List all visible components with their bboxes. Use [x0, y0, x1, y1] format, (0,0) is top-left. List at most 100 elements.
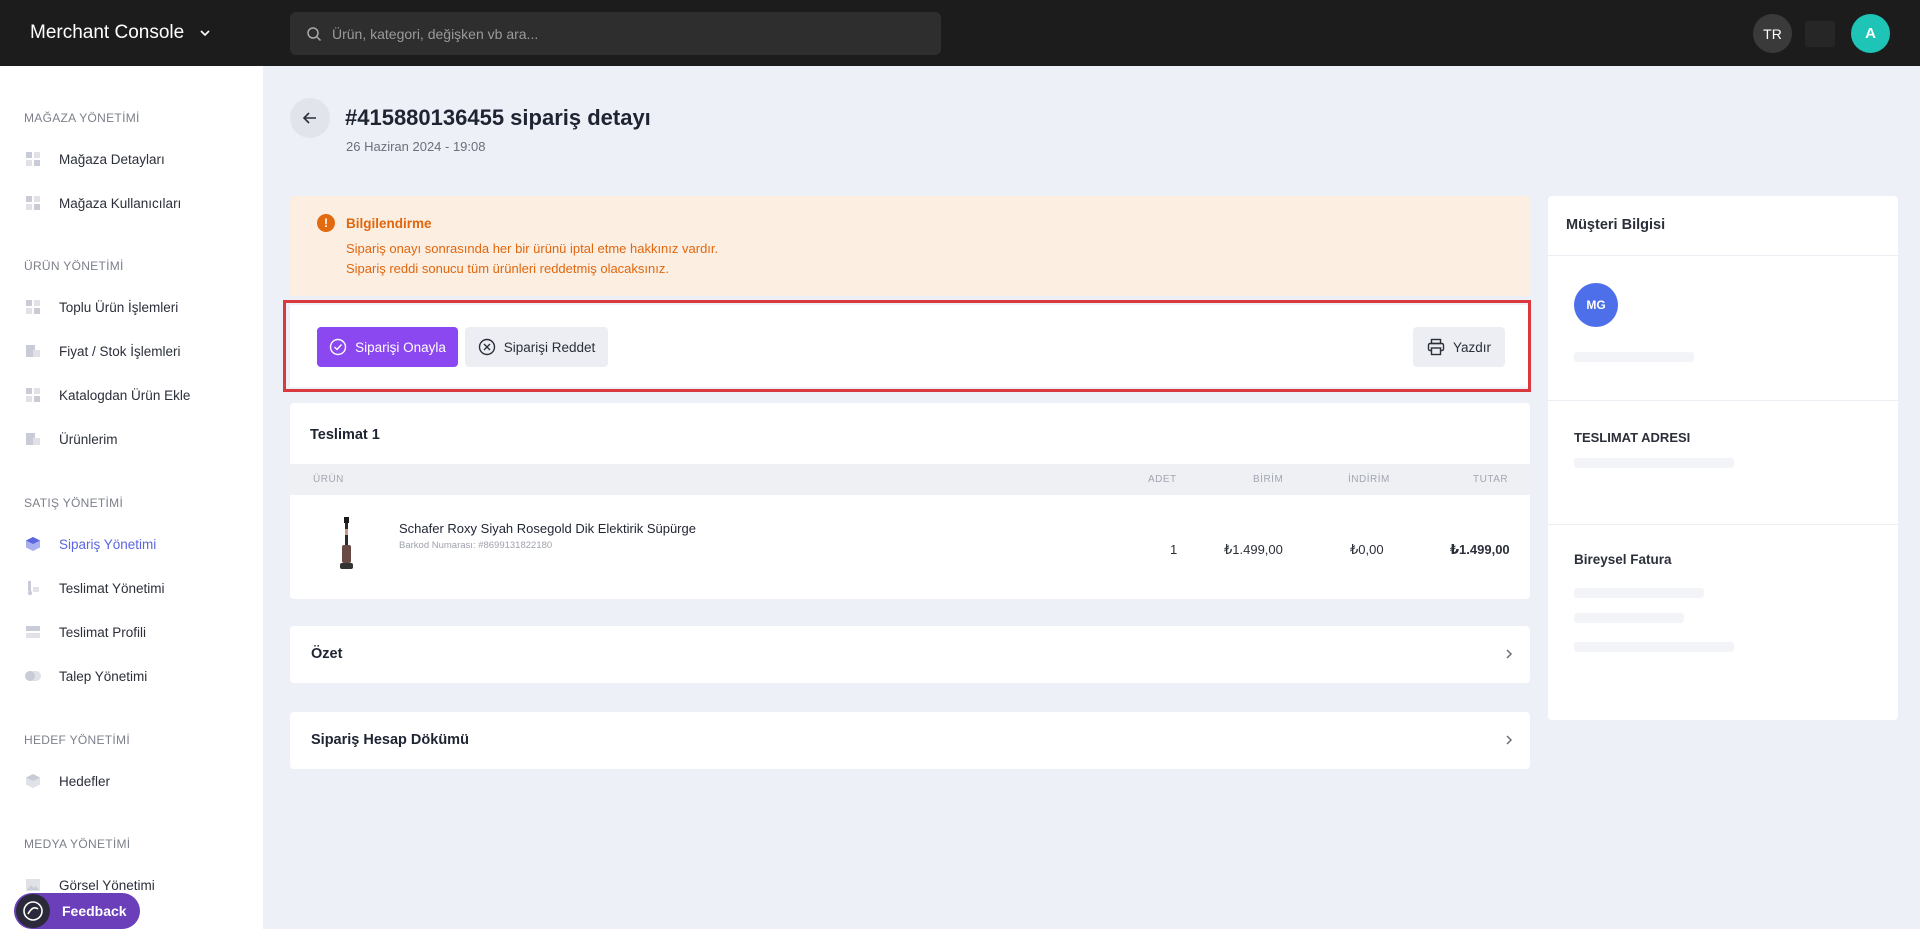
page-title: #415880136455 sipariş detayı	[345, 105, 651, 130]
printer-icon	[1427, 338, 1445, 356]
alert-text: Sipariş onayı sonrasında her bir ürünü i…	[346, 241, 719, 256]
redacted-invoice-line	[1574, 613, 1684, 623]
sidebar-item-bulk-products[interactable]: Toplu Ürün İşlemleri	[24, 293, 254, 321]
approve-label: Siparişi Onayla	[355, 339, 446, 355]
total-cell: ₺1.499,00	[1450, 542, 1510, 557]
brand-switcher[interactable]: Merchant Console	[30, 22, 212, 44]
delivery-card: Teslimat 1 ÜRÜN ADET BİRİM İNDİRİM TUTAR…	[290, 403, 1530, 599]
unit-price-cell: ₺1.499,00	[1224, 542, 1283, 557]
delivery-address-title: TESLIMAT ADRESI	[1574, 430, 1691, 445]
summary-accordion[interactable]: Özet	[290, 626, 1530, 683]
chevron-right-icon	[1506, 649, 1513, 659]
sidebar-item-label: Toplu Ürün İşlemleri	[59, 299, 179, 315]
feedback-icon	[16, 894, 50, 928]
tag-icon	[24, 342, 42, 360]
column-header-discount: İNDİRİM	[1348, 474, 1390, 485]
discount-cell: ₺0,00	[1350, 542, 1384, 557]
alert-title: Bilgilendirme	[346, 216, 432, 231]
table-header: ÜRÜN ADET BİRİM İNDİRİM TUTAR	[290, 464, 1530, 495]
sidebar-item-label: Görsel Yönetimi	[59, 877, 155, 893]
column-header-product: ÜRÜN	[313, 474, 344, 485]
sidebar-item-store-users[interactable]: Mağaza Kullanıcıları	[24, 189, 254, 217]
table-row: Schafer Roxy Siyah Rosegold Dik Elektiri…	[290, 495, 1530, 599]
notification-placeholder[interactable]	[1805, 21, 1835, 47]
sidebar-item-price-stock[interactable]: Fiyat / Stok İşlemleri	[24, 337, 254, 365]
column-header-unit: BİRİM	[1253, 474, 1284, 485]
box-icon	[24, 430, 42, 448]
search-icon	[307, 26, 322, 41]
search-bar	[290, 12, 941, 55]
server-icon	[24, 623, 42, 641]
invoice-title: Bireysel Fatura	[1574, 552, 1672, 567]
sidebar-item-label: Talep Yönetimi	[59, 668, 148, 684]
chevron-down-icon	[200, 30, 210, 37]
customer-title: Müşteri Bilgisi	[1566, 217, 1666, 233]
sidebar-item-label: Ürünlerim	[59, 431, 118, 447]
product-image	[340, 517, 353, 569]
info-alert: ! Bilgilendirme Sipariş onayı sonrasında…	[290, 196, 1530, 296]
cube-icon	[24, 772, 42, 790]
sidebar-item-label: Hedefler	[59, 773, 111, 789]
customer-avatar: MG	[1574, 283, 1618, 327]
sidebar-item-deliveries[interactable]: Teslimat Yönetimi	[24, 574, 254, 602]
approve-order-button[interactable]: Siparişi Onayla	[317, 327, 458, 367]
grid-icon	[24, 194, 42, 212]
sidebar-item-label: Teslimat Yönetimi	[59, 580, 165, 596]
chevron-right-icon	[1506, 735, 1513, 745]
delivery-title: Teslimat 1	[310, 427, 380, 443]
sidebar-item-label: Mağaza Detayları	[59, 151, 165, 167]
sidebar-item-requests[interactable]: Talep Yönetimi	[24, 662, 254, 690]
sidebar-item-store-details[interactable]: Mağaza Detayları	[24, 145, 254, 173]
column-header-qty: ADET	[1148, 474, 1177, 485]
image-icon	[24, 876, 42, 894]
divider	[1548, 400, 1898, 401]
order-date: 26 Haziran 2024 - 19:08	[346, 139, 486, 154]
reject-label: Siparişi Reddet	[503, 339, 596, 355]
dolly-icon	[24, 579, 42, 597]
product-name[interactable]: Schafer Roxy Siyah Rosegold Dik Elektiri…	[399, 521, 696, 536]
section-title-product: ÜRÜN YÖNETİMİ	[24, 259, 124, 273]
reject-order-button[interactable]: Siparişi Reddet	[465, 327, 608, 367]
qty-cell: 1	[1170, 542, 1178, 557]
product-barcode: Barkod Numarası: #8699131822180	[399, 540, 553, 551]
breakdown-accordion[interactable]: Sipariş Hesap Dökümü	[290, 712, 1530, 769]
sidebar-item-targets[interactable]: Hedefler	[24, 767, 254, 795]
sidebar-item-catalog-add[interactable]: Katalogdan Ürün Ekle	[24, 381, 254, 409]
section-title-sales: SATIŞ YÖNETİMİ	[24, 496, 124, 510]
divider	[1548, 255, 1898, 256]
user-avatar[interactable]: A	[1851, 14, 1890, 53]
language-button[interactable]: TR	[1753, 14, 1792, 53]
customer-panel: Müşteri Bilgisi MG TESLIMAT ADRESI Birey…	[1548, 196, 1898, 720]
breakdown-title: Sipariş Hesap Dökümü	[311, 732, 469, 748]
divider	[1548, 524, 1898, 525]
x-circle-icon	[478, 338, 495, 356]
sidebar: MAĞAZA YÖNETİMİ Mağaza Detayları Mağaza …	[0, 66, 263, 929]
brand-name: Merchant Console	[30, 22, 185, 43]
section-title-targets: HEDEF YÖNETİMİ	[24, 733, 130, 747]
sidebar-item-my-products[interactable]: Ürünlerim	[24, 425, 254, 453]
back-button[interactable]	[290, 98, 330, 138]
grid-icon	[24, 386, 42, 404]
section-title-store: MAĞAZA YÖNETİMİ	[24, 111, 140, 125]
alert-icon: !	[317, 214, 335, 232]
sidebar-item-label: Fiyat / Stok İşlemleri	[59, 343, 181, 359]
summary-title: Özet	[311, 646, 343, 662]
section-title-media: MEDYA YÖNETİMİ	[24, 837, 131, 851]
sidebar-item-delivery-profile[interactable]: Teslimat Profili	[24, 618, 254, 646]
cube-icon	[24, 535, 42, 553]
sidebar-item-label: Katalogdan Ürün Ekle	[59, 387, 191, 403]
feedback-button[interactable]: Feedback	[14, 893, 140, 929]
alert-text: Sipariş reddi sonucu tüm ürünleri reddet…	[346, 261, 669, 276]
top-bar: Merchant Console	[0, 0, 1920, 66]
sidebar-item-orders[interactable]: Sipariş Yönetimi	[24, 530, 254, 558]
sidebar-item-label: Sipariş Yönetimi	[59, 536, 157, 552]
toggle-icon	[24, 667, 42, 685]
check-circle-icon	[329, 338, 347, 356]
search-input[interactable]	[332, 25, 912, 42]
order-actions-bar: Siparişi Onayla Siparişi Reddet Yazdır	[290, 305, 1530, 387]
sidebar-item-label: Teslimat Profili	[59, 624, 147, 640]
print-button[interactable]: Yazdır	[1413, 327, 1505, 367]
redacted-name	[1574, 352, 1694, 362]
redacted-invoice-line	[1574, 642, 1734, 652]
sidebar-item-label: Mağaza Kullanıcıları	[59, 195, 182, 211]
